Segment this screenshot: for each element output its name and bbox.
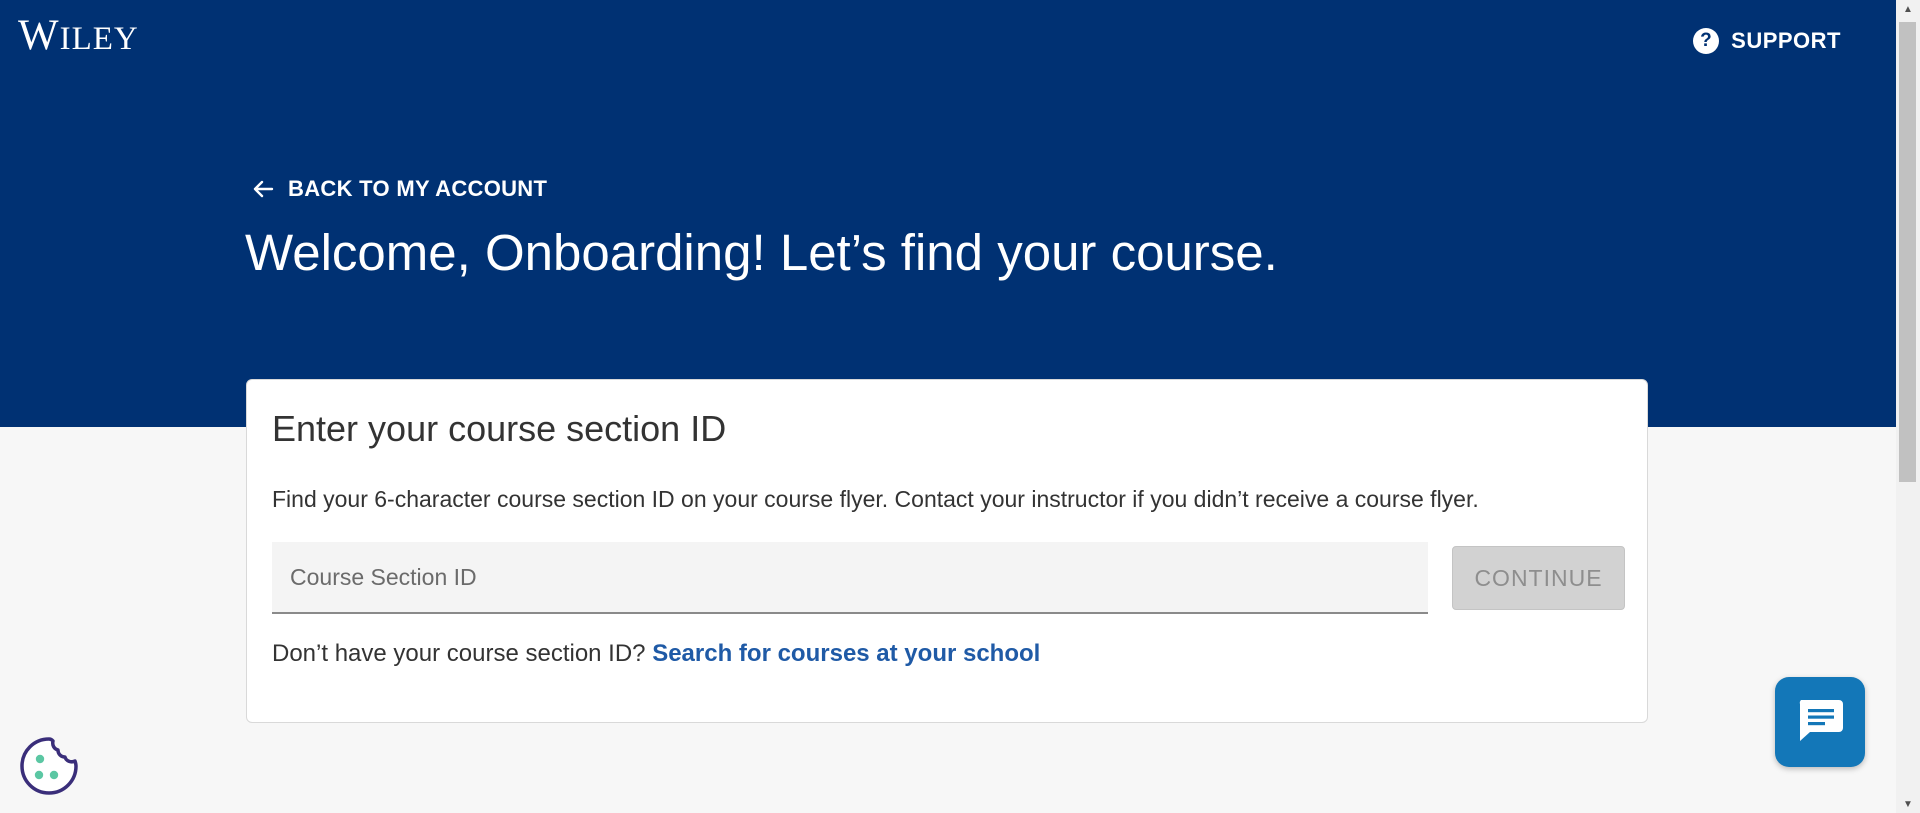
back-to-account-link[interactable]: BACK TO MY ACCOUNT (252, 176, 547, 202)
chat-bubble-icon (1795, 697, 1845, 748)
logo-initial: W (18, 12, 60, 59)
scrollbar-thumb[interactable] (1899, 22, 1916, 482)
question-circle-icon: ? (1693, 28, 1720, 54)
continue-button[interactable]: CONTINUE (1452, 546, 1625, 610)
course-id-card: Enter your course section ID Find your 6… (246, 379, 1648, 723)
arrow-left-icon (252, 179, 274, 199)
cookie-icon (16, 737, 82, 803)
chat-button[interactable] (1775, 677, 1865, 767)
scroll-down-arrow[interactable]: ▼ (1896, 795, 1920, 813)
card-description: Find your 6-character course section ID … (272, 486, 1479, 512)
support-label: SUPPORT (1731, 28, 1841, 53)
search-courses-link[interactable]: Search for courses at your school (652, 640, 1040, 667)
course-section-id-input[interactable] (272, 542, 1428, 614)
scroll-up-arrow[interactable]: ▲ (1896, 0, 1920, 18)
footer-text: Don’t have your course section ID? (272, 640, 646, 667)
card-title: Enter your course section ID (272, 408, 727, 449)
card-footer: Don’t have your course section ID? Searc… (272, 640, 1040, 668)
support-link[interactable]: ? SUPPORT (1693, 28, 1841, 54)
wiley-logo[interactable]: WILEY (18, 14, 139, 57)
hero-banner: WILEY ? SUPPORT BACK TO MY ACCOUNT Welco… (0, 0, 1896, 427)
page-title: Welcome, Onboarding! Let’s find your cou… (245, 224, 1278, 281)
logo-rest: ILEY (59, 21, 139, 57)
cookie-settings-button[interactable] (16, 733, 82, 799)
back-label: BACK TO MY ACCOUNT (288, 176, 548, 201)
page-scrollbar[interactable]: ▲ ▼ (1896, 0, 1920, 813)
